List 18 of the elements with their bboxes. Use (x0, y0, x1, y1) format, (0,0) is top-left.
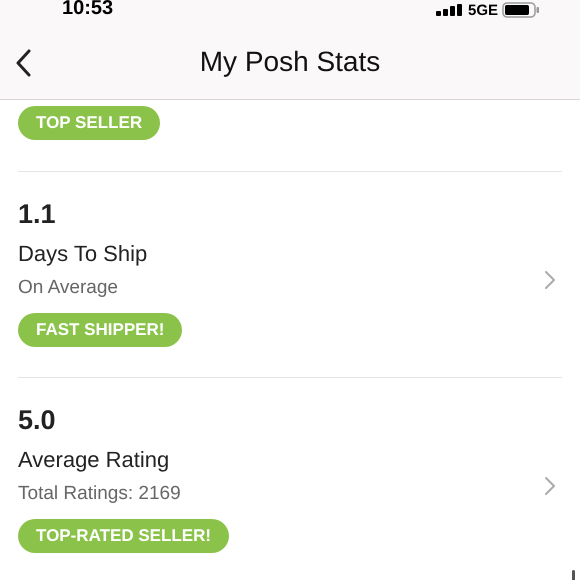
stat-detail: On Average (18, 276, 118, 300)
scroll-indicator (572, 570, 575, 580)
badge: TOP-RATED SELLER! (18, 519, 230, 553)
page-title: My Posh Stats (200, 45, 380, 79)
stat-label: Days To Ship (18, 240, 148, 268)
battery-icon (502, 2, 540, 18)
badge: TOP SELLER (18, 106, 160, 140)
badge: FAST SHIPPER! (18, 313, 182, 347)
stat-value: 5.0 (18, 404, 56, 436)
chevron-icon[interactable] (544, 476, 556, 496)
stat-detail: Total Ratings: 2169 (18, 482, 181, 506)
chevron-icon[interactable] (544, 270, 556, 290)
signal-icon (436, 4, 464, 16)
stat-label: Average Rating (18, 446, 170, 474)
status-time: 10:53 (62, 0, 114, 18)
back-icon (15, 49, 31, 77)
network-label: 5GE (468, 2, 498, 18)
stat-value: 1.1 (18, 198, 56, 230)
